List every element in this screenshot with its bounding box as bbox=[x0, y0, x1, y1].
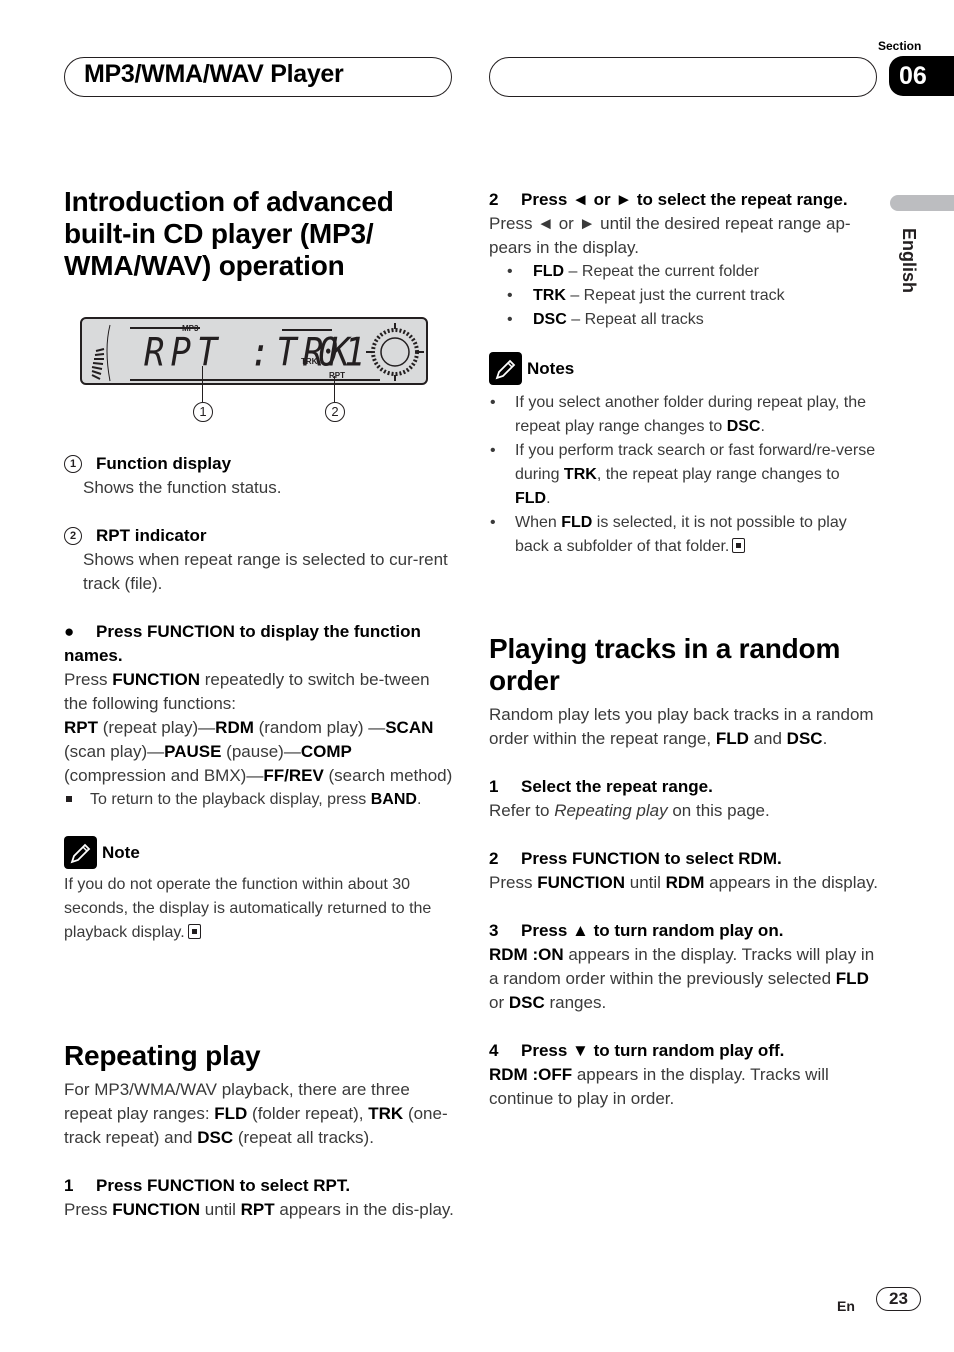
random-step-2-heading: 2 Press FUNCTION to select RDM. bbox=[489, 849, 782, 868]
repeating-play-heading: Repeating play bbox=[64, 1040, 261, 1071]
end-mark-icon bbox=[187, 924, 201, 939]
sub-note: To return to the playback display, press… bbox=[64, 788, 454, 812]
repeat-step-1-body: Press FUNCTION until RPT appears in the … bbox=[64, 1200, 454, 1219]
bullet-step-heading-text: Press FUNCTION to display the function n… bbox=[64, 622, 421, 665]
legend-item-2-desc: Shows when repeat range is selected to c… bbox=[83, 550, 448, 593]
note-label: Note bbox=[102, 842, 140, 862]
lcd-trk-label: TRK bbox=[301, 357, 318, 366]
random-step-4-body: RDM :OFF appears in the display. Tracks … bbox=[489, 1065, 829, 1108]
legend-num-1: 1 bbox=[64, 455, 82, 473]
repeat-option-dsc: • DSC – Repeat all tracks bbox=[507, 311, 704, 328]
notes-header: Notes bbox=[489, 352, 879, 385]
random-play-section: Playing tracks in a random order Random … bbox=[489, 633, 879, 1111]
notes-label: Notes bbox=[527, 358, 575, 378]
note-header: Note bbox=[64, 836, 454, 869]
callout-line-2 bbox=[334, 376, 335, 402]
note-item-1: • If you select another folder during rep… bbox=[490, 394, 867, 435]
legend-num-2: 2 bbox=[64, 527, 82, 545]
repeat-step-2-body: Press ◄ or ► until the desired repeat ra… bbox=[489, 214, 851, 257]
intro-heading: Introduction of advanced built-in CD pla… bbox=[64, 186, 394, 281]
random-step-2-body: Press FUNCTION until RDM appears in the … bbox=[489, 873, 878, 892]
random-step-3-heading: 3 Press ▲ to turn random play on. bbox=[489, 921, 784, 940]
footer-language: En bbox=[837, 1298, 855, 1314]
bullet-step-heading: ● Press FUNCTION to display the function … bbox=[64, 620, 454, 668]
random-step-1-body: Refer to Repeating play on this page. bbox=[489, 801, 770, 820]
left-column-body: 1 Function display Shows the function sta… bbox=[64, 452, 454, 945]
callout-line-1 bbox=[202, 366, 203, 402]
end-mark-icon bbox=[732, 538, 746, 553]
legend-item-1-desc: Shows the function status. bbox=[83, 478, 282, 497]
right-column: 2 Press ◄ or ► to select the repeat range… bbox=[489, 188, 879, 559]
repeat-option-trk: • TRK – Repeat just the current track bbox=[507, 287, 785, 304]
repeat-step-2-heading: 2 Press ◄ or ► to select the repeat range… bbox=[489, 190, 848, 209]
note-item-2: • If you perform track search or fast for… bbox=[490, 442, 876, 507]
note-item-3: • When FLD is selected, it is not possibl… bbox=[490, 514, 847, 555]
language-label: English bbox=[899, 228, 919, 294]
repeat-step-1-heading: 1 Press FUNCTION to select RPT. bbox=[64, 1176, 351, 1195]
header-title: MP3/WMA/WAV Player bbox=[84, 60, 344, 88]
callout-2: 2 bbox=[325, 402, 345, 422]
legend-title: RPT indicator bbox=[96, 526, 207, 545]
legend-item-1-title: 1 Function display bbox=[64, 452, 454, 476]
callout-1: 1 bbox=[193, 402, 213, 422]
random-play-heading: Playing tracks in a random order bbox=[489, 633, 841, 696]
repeating-play-intro: For MP3/WMA/WAV playback, there are thre… bbox=[64, 1080, 448, 1147]
legend-title: Function display bbox=[96, 454, 232, 473]
pencil-note-icon bbox=[489, 352, 522, 385]
lcd-display-illustration: MP3 RPT :TRK TRK 01 RPT bbox=[80, 317, 428, 385]
lcd-track-number: 01 bbox=[318, 330, 371, 376]
random-step-4-heading: 4 Press ▼ to turn random play off. bbox=[489, 1041, 785, 1060]
repeat-option-fld: • FLD – Repeat the current folder bbox=[507, 263, 759, 280]
function-list: RPT (repeat play)—RDM (random play) —SCA… bbox=[64, 718, 453, 785]
level-meter-icon bbox=[91, 324, 111, 382]
bullet-dot-icon: ● bbox=[64, 622, 75, 641]
lcd-bottom-bar bbox=[130, 379, 380, 381]
legend-item-2-title: 2 RPT indicator bbox=[64, 524, 454, 548]
repeating-play-section: Repeating play For MP3/WMA/WAV playback,… bbox=[64, 1040, 454, 1222]
page-number: 23 bbox=[876, 1287, 921, 1311]
square-bullet-icon bbox=[66, 796, 72, 802]
bullet-step-body: Press FUNCTION repeatedly to switch be-t… bbox=[64, 670, 430, 713]
pencil-note-icon bbox=[64, 836, 97, 869]
language-tab bbox=[890, 195, 954, 211]
section-number: 06 bbox=[889, 56, 954, 96]
header-blank-frame bbox=[489, 57, 877, 97]
left-column: Introduction of advanced built-in CD pla… bbox=[64, 186, 454, 282]
random-step-3-body: RDM :ON appears in the display. Tracks w… bbox=[489, 945, 875, 1012]
section-label: Section bbox=[878, 39, 922, 53]
random-step-1-heading: 1 Select the repeat range. bbox=[489, 777, 713, 796]
disc-indicator-icon bbox=[366, 323, 424, 381]
note-text: If you do not operate the function withi… bbox=[64, 876, 432, 941]
random-play-intro: Random play lets you play back tracks in… bbox=[489, 705, 874, 748]
